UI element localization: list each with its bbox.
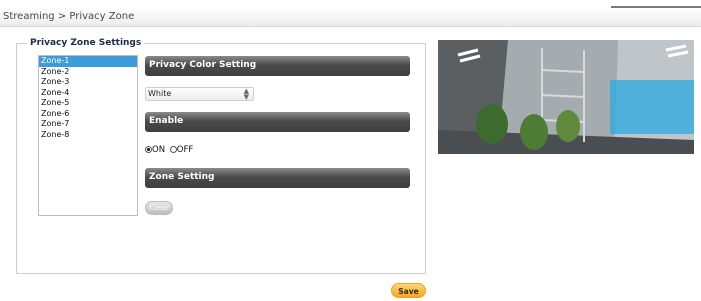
save-button[interactable]: Save — [391, 283, 426, 298]
select-arrows-icon: ▲ ▼ — [243, 87, 249, 101]
privacy-color-setting-header: Privacy Color Setting — [145, 56, 410, 76]
breadcrumb-text: Streaming > Privacy Zone — [3, 11, 135, 22]
privacy-color-select[interactable]: White ▲ ▼ — [145, 87, 254, 101]
clear-button-label: Clear — [149, 204, 169, 212]
camera-preview[interactable] — [438, 40, 694, 154]
enable-on-label: ON — [152, 145, 166, 155]
zone-item-2[interactable]: Zone-2 — [39, 67, 137, 78]
zone-item-8[interactable]: Zone-8 — [39, 130, 137, 141]
enable-off-label: OFF — [176, 145, 194, 155]
privacy-color-select-value: White — [148, 89, 172, 98]
enable-off-radio[interactable] — [169, 146, 177, 153]
privacy-zone-settings-legend: Privacy Zone Settings — [30, 38, 142, 48]
zone-item-7[interactable]: Zone-7 — [39, 119, 137, 130]
enable-radio-group: ON OFF — [145, 145, 195, 157]
enable-header: Enable — [145, 112, 410, 132]
privacy-color-setting-title: Privacy Color Setting — [149, 60, 257, 70]
enable-title: Enable — [149, 116, 184, 126]
zone-list[interactable]: Zone-1 Zone-2 Zone-3 Zone-4 Zone-5 Zone-… — [38, 55, 138, 216]
breadcrumb: Streaming > Privacy Zone — [0, 6, 701, 27]
zone-item-5[interactable]: Zone-5 — [39, 98, 137, 109]
zone-item-1[interactable]: Zone-1 — [39, 56, 137, 67]
enable-on-radio[interactable] — [145, 146, 152, 153]
camera-preview-image — [438, 40, 694, 154]
zone-item-4[interactable]: Zone-4 — [39, 88, 137, 99]
zone-item-6[interactable]: Zone-6 — [39, 109, 137, 120]
header-accent-line — [611, 6, 701, 8]
save-button-label: Save — [398, 287, 419, 296]
zone-item-3[interactable]: Zone-3 — [39, 77, 137, 88]
clear-button[interactable]: Clear — [145, 201, 173, 215]
zone-setting-header: Zone Setting — [145, 168, 410, 188]
zone-setting-title: Zone Setting — [149, 172, 215, 182]
